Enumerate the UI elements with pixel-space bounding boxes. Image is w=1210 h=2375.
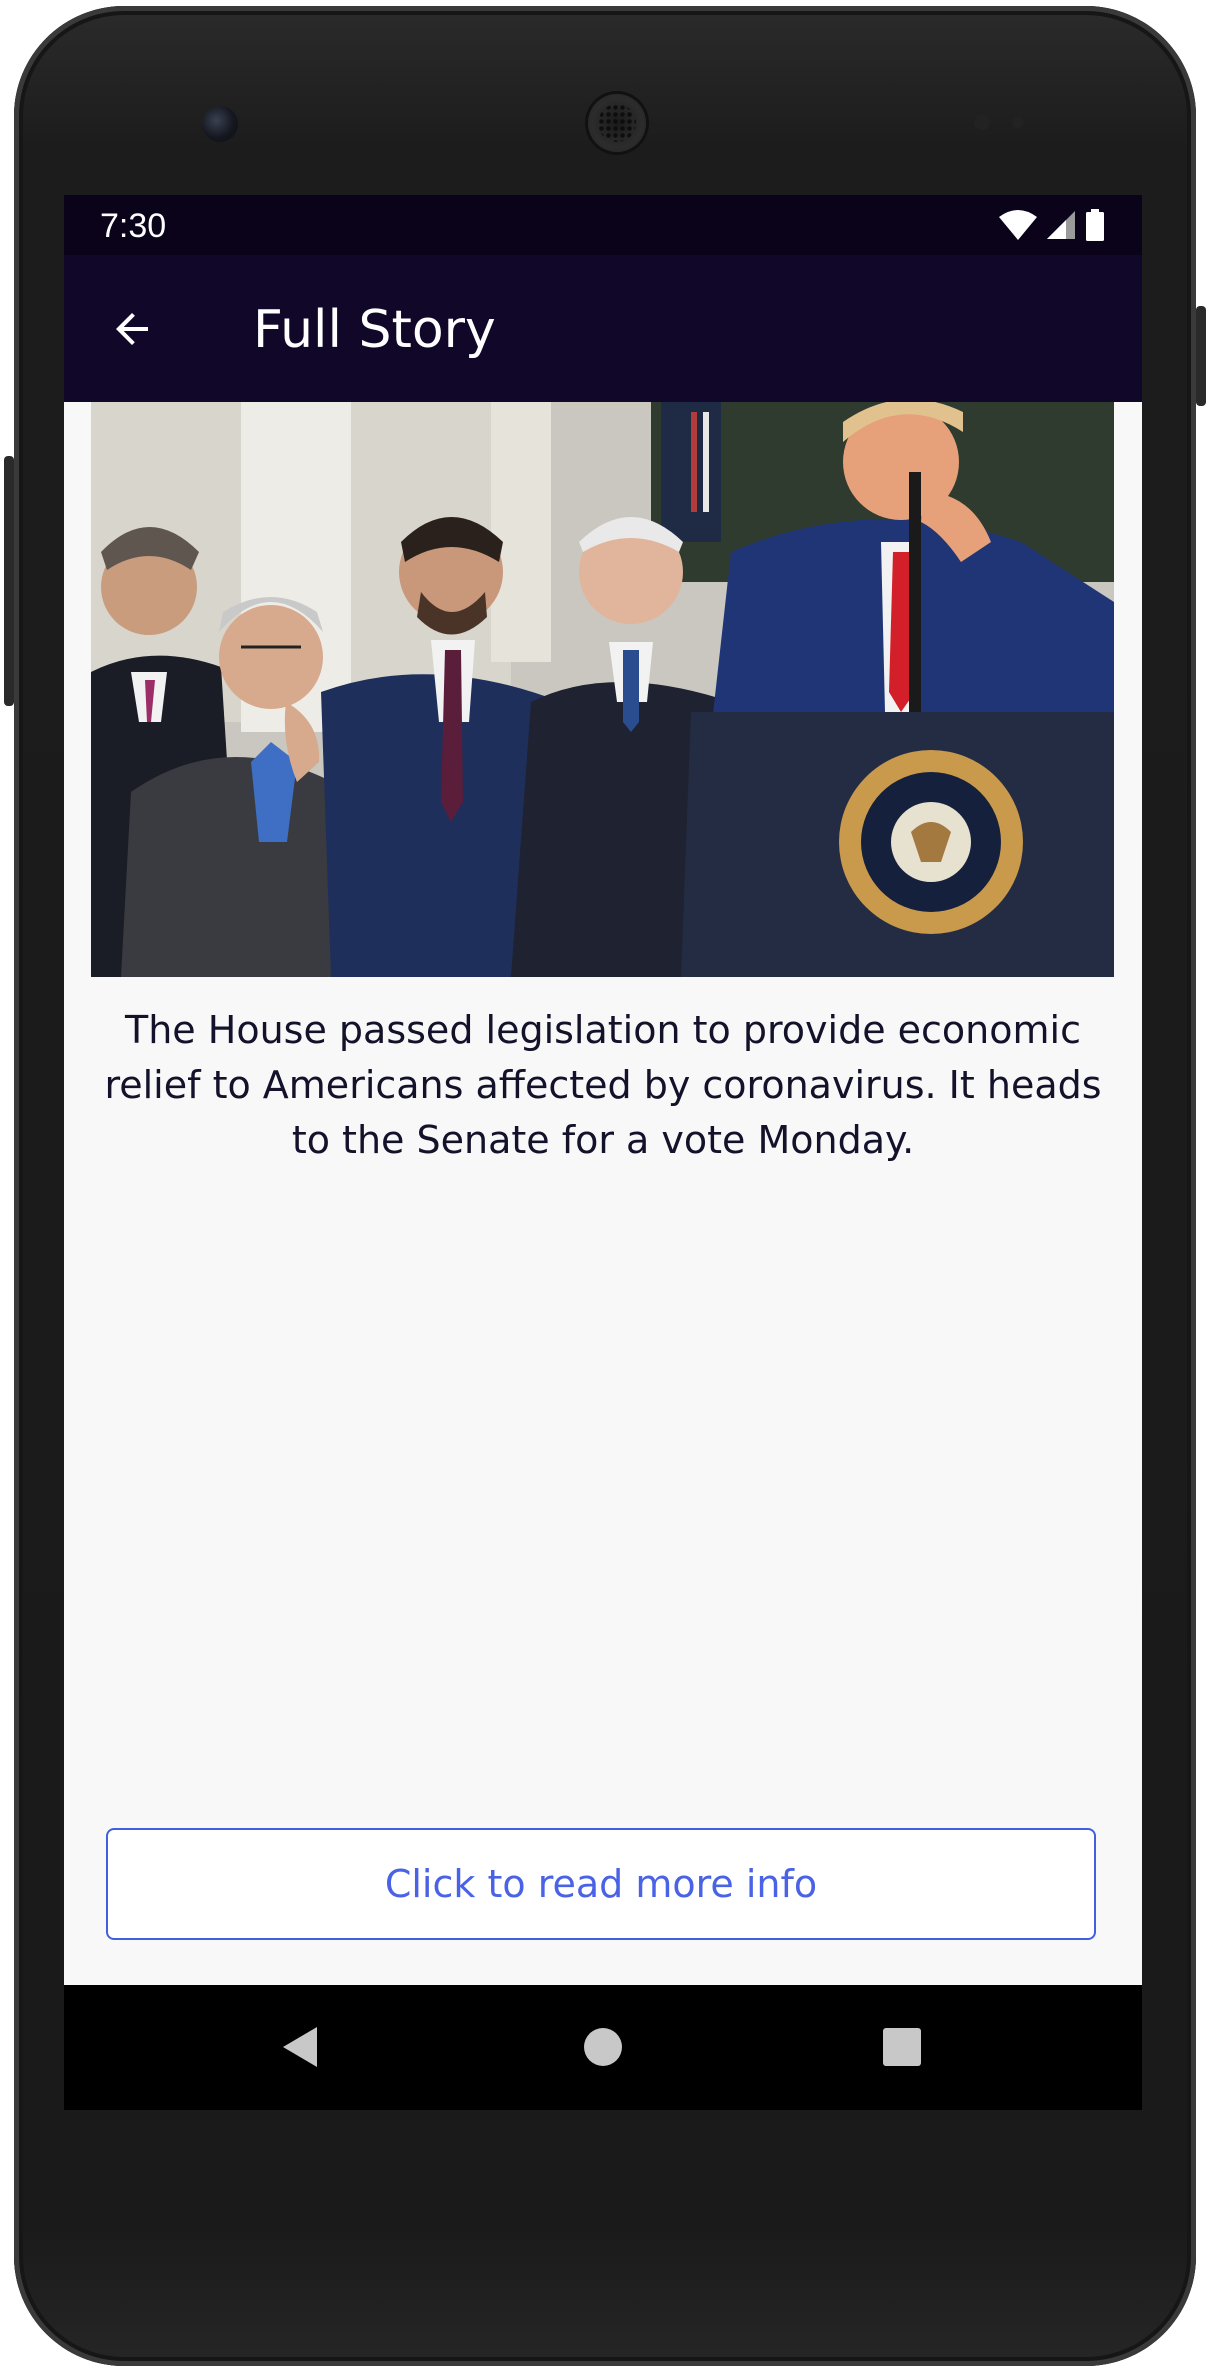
app-screen: 7:30 Full Story The House passed legisla… <box>64 195 1142 2110</box>
proximity-sensor <box>974 114 990 130</box>
power-button <box>1196 306 1206 406</box>
system-nav-bar <box>64 1985 1142 2110</box>
light-sensor <box>1012 116 1024 128</box>
square-recents-icon <box>883 2028 921 2066</box>
triangle-back-icon <box>283 2027 317 2067</box>
story-photo <box>91 402 1114 977</box>
wifi-icon <box>999 210 1037 240</box>
story-summary: The House passed legislation to provide … <box>104 1008 1102 1162</box>
volume-button <box>4 456 14 706</box>
earpiece-speaker <box>588 94 646 152</box>
page-title: Full Story <box>253 300 496 360</box>
nav-back-button[interactable] <box>269 2015 333 2079</box>
arrow-left-icon <box>116 313 148 345</box>
status-icons <box>998 209 1106 241</box>
nav-home-button[interactable] <box>571 2015 635 2079</box>
top-app-bar: Full Story <box>64 255 1142 402</box>
circle-home-icon <box>584 2028 622 2066</box>
battery-icon <box>1086 209 1104 241</box>
news-photo-illustration <box>91 402 1114 977</box>
status-bar: 7:30 <box>64 195 1142 255</box>
back-button[interactable] <box>100 297 164 361</box>
status-time: 7:30 <box>100 207 167 245</box>
nav-recents-button[interactable] <box>870 2015 934 2079</box>
read-more-button[interactable]: Click to read more info <box>106 1828 1096 1940</box>
cell-signal-icon <box>1047 211 1075 239</box>
front-camera <box>202 106 238 142</box>
